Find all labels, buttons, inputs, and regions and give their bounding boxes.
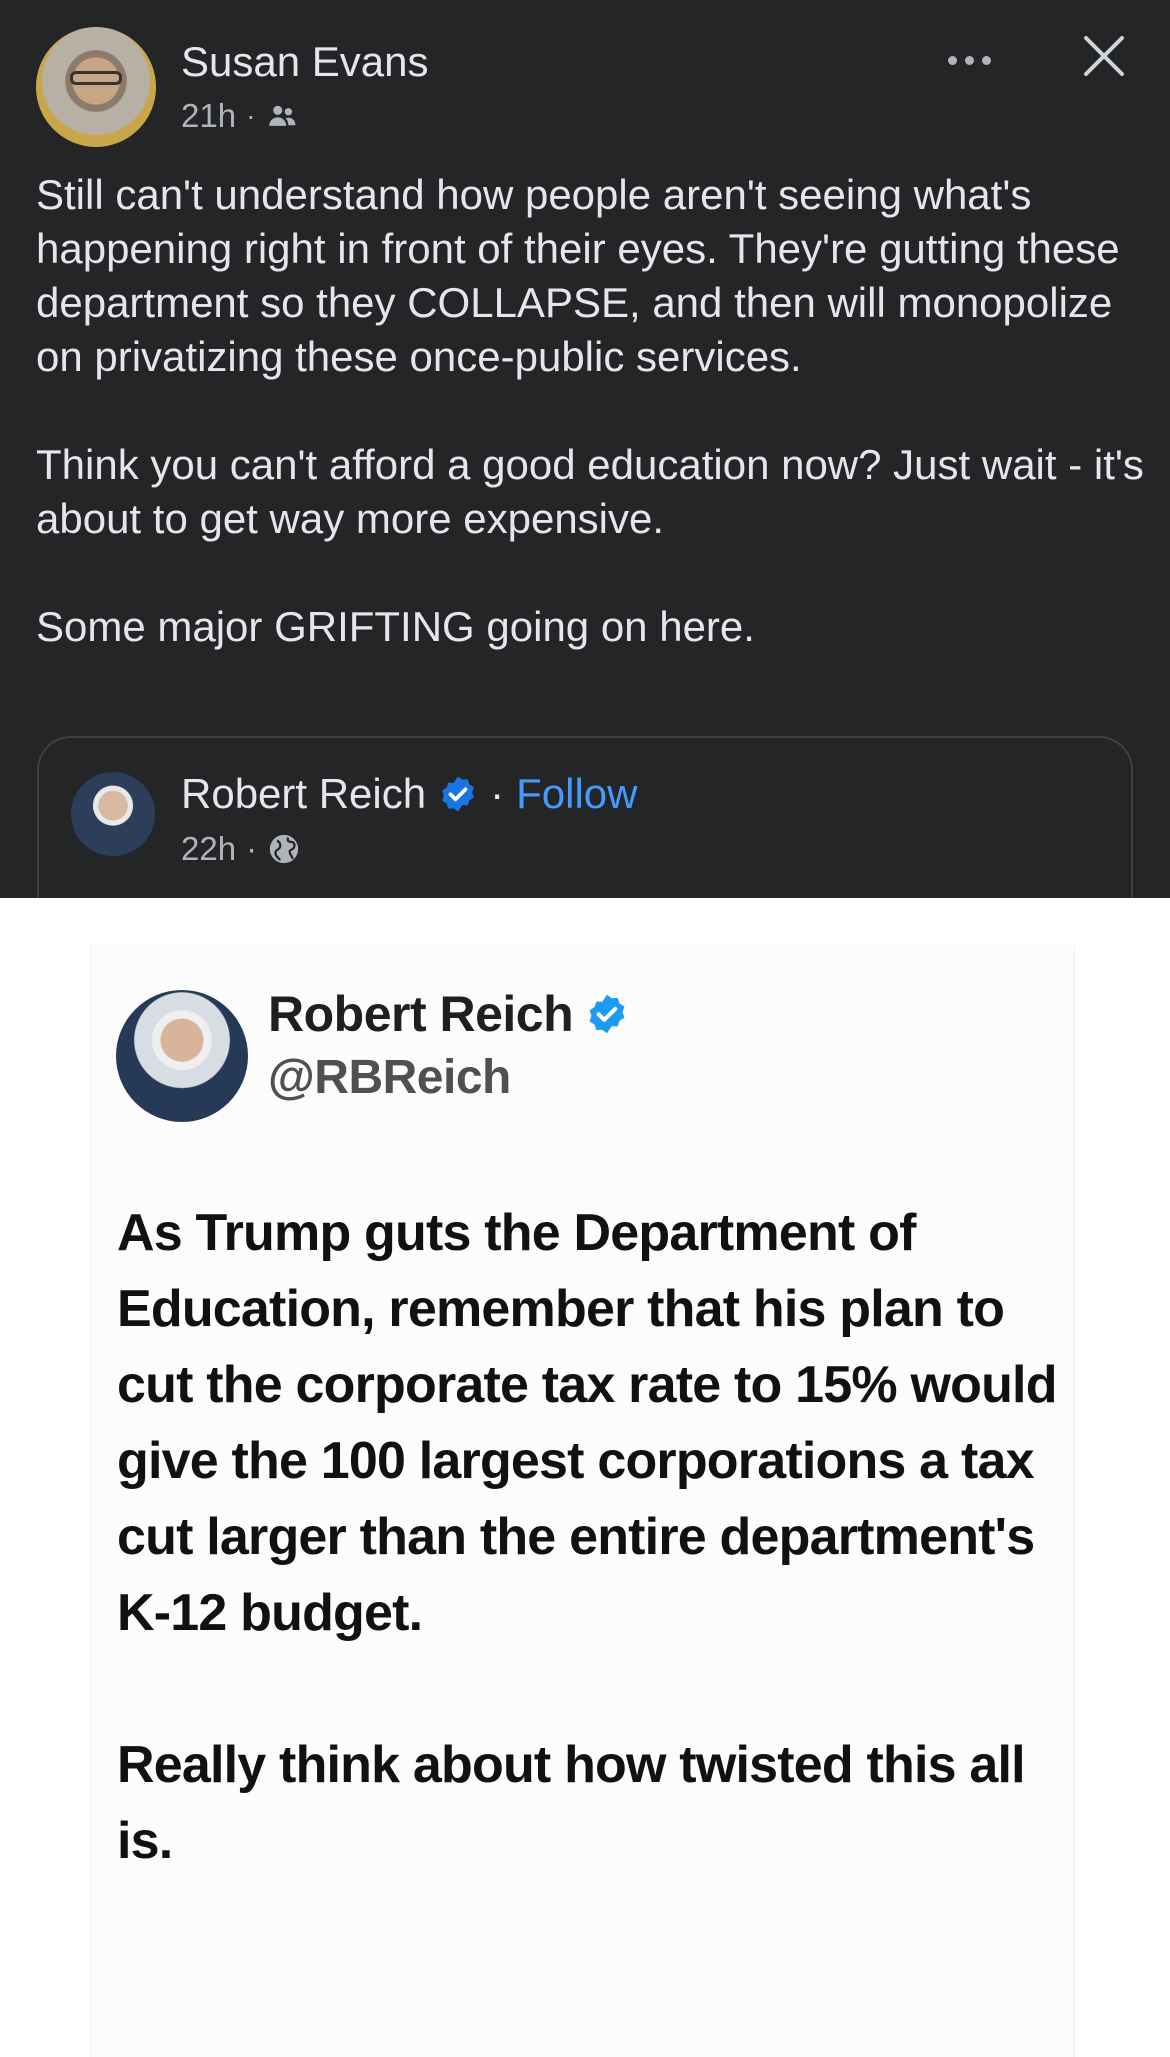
author-avatar[interactable] <box>36 27 156 147</box>
author-name[interactable]: Susan Evans <box>181 38 429 86</box>
tweet-paragraph: Really think about how twisted this all … <box>117 1736 1026 1870</box>
meta-separator: · <box>246 100 256 131</box>
shared-meta: 22h · <box>181 830 301 868</box>
post-time[interactable]: 21h <box>181 97 236 135</box>
post-text: Still can't understand how people aren't… <box>36 168 1146 708</box>
globe-icon <box>269 834 299 864</box>
shared-author-row: Robert Reich · Follow <box>181 770 637 818</box>
verified-badge-icon <box>589 994 625 1034</box>
tweet-author-row: Robert Reich <box>268 985 629 1043</box>
follow-button[interactable]: Follow <box>516 770 637 818</box>
shared-author-name[interactable]: Robert Reich <box>181 770 426 818</box>
post-paragraph: Think you can't afford a good education … <box>36 441 1144 542</box>
shared-time[interactable]: 22h <box>181 830 236 868</box>
post-paragraph: Some major GRIFTING going on here. <box>36 603 755 650</box>
post-paragraph: Still can't understand how people aren't… <box>36 171 1120 380</box>
meta-separator: · <box>246 830 258 867</box>
tweet-author-avatar <box>116 990 248 1122</box>
tweet-handle: @RBReich <box>268 1051 511 1104</box>
shared-author-avatar[interactable] <box>71 772 155 856</box>
tweet-author-name: Robert Reich <box>268 986 574 1042</box>
close-icon[interactable] <box>1080 32 1128 80</box>
tweet-paragraph: As Trump guts the Department of Educatio… <box>117 1204 1057 1642</box>
facebook-post: Susan Evans 21h · Still can't understand… <box>0 0 1170 898</box>
follow-separator: · <box>490 770 505 817</box>
tweet-text: As Trump guts the Department of Educatio… <box>117 1195 1067 1955</box>
post-meta: 21h · <box>181 97 299 135</box>
verified-badge-icon <box>442 776 474 812</box>
more-options-icon[interactable] <box>948 40 998 80</box>
friends-icon <box>269 105 296 126</box>
